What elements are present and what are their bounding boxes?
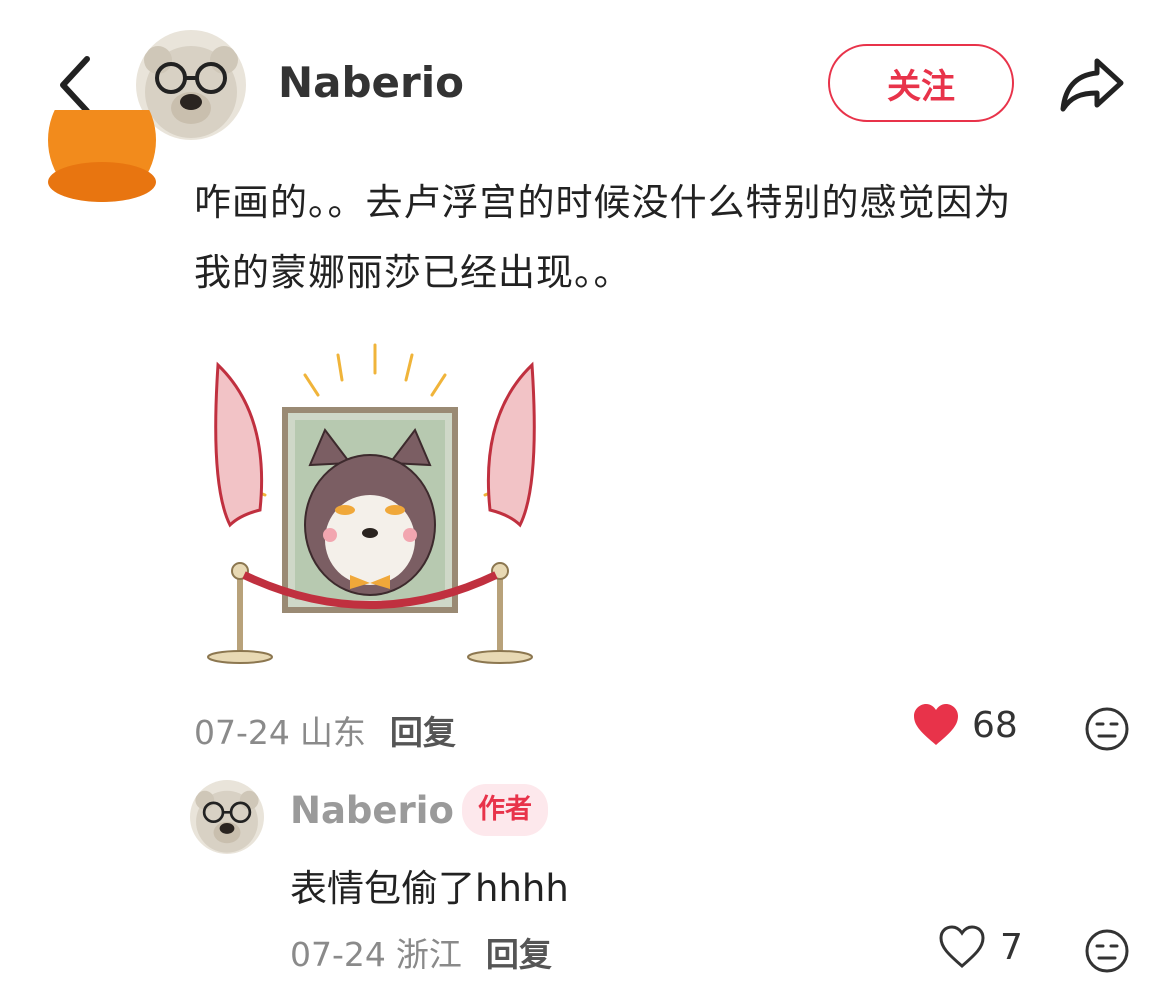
reply-username[interactable]: Naberio (290, 789, 454, 832)
reply-location: 浙江 (395, 935, 462, 974)
comment-like-button[interactable]: 68 (912, 703, 1018, 747)
reply-like-count: 7 (1000, 926, 1023, 968)
comment-sticker-image[interactable] (200, 335, 550, 675)
teddy-bear-avatar-icon (190, 780, 264, 854)
comment-like-count: 68 (972, 704, 1018, 746)
dog-portrait-sticker-icon (200, 335, 550, 675)
header-username[interactable]: Naberio (278, 58, 464, 107)
reply-avatar[interactable] (190, 780, 264, 854)
reply-reply-button[interactable]: 回复 (486, 935, 552, 974)
reply-like-button[interactable]: 7 (938, 925, 1023, 969)
reply-meta: 07-24 浙江 回复 (290, 928, 552, 976)
reply-text: 表情包偷了hhhh (290, 867, 569, 910)
orange-avatar-icon (48, 110, 156, 202)
share-button[interactable] (1052, 50, 1132, 120)
heart-filled-icon (914, 704, 958, 745)
comment-date: 07-24 (194, 713, 290, 752)
neutral-face-icon (1085, 929, 1129, 973)
comment-text-line-2: 我的蒙娜丽莎已经出现。。 (194, 251, 632, 294)
commenter-avatar[interactable] (48, 110, 156, 202)
comment-meta: 07-24 山东 回复 (194, 706, 456, 754)
neutral-face-icon (1085, 707, 1129, 751)
reply-date: 07-24 (290, 935, 386, 974)
comment-reply-button[interactable]: 回复 (390, 713, 456, 752)
comment-text-line-1: 咋画的。。去卢浮宫的时候没什么特别的感觉因为 (194, 181, 1012, 224)
comment-location: 山东 (299, 713, 366, 752)
follow-button[interactable]: 关注 (828, 44, 1014, 122)
author-badge: 作者 (462, 784, 548, 836)
heart-outline-icon (939, 925, 985, 968)
comment-dislike-button[interactable] (1084, 706, 1130, 752)
reply-dislike-button[interactable] (1084, 928, 1130, 974)
share-arrow-icon (1060, 58, 1124, 112)
chevron-left-icon (60, 56, 90, 114)
